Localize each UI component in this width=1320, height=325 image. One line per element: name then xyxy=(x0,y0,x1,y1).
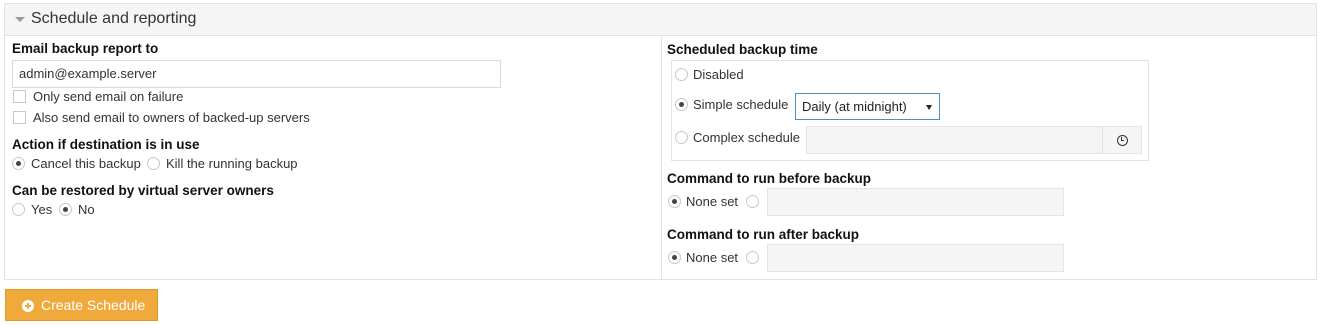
after-command-label: Command to run after backup xyxy=(667,227,860,242)
simple-schedule-select[interactable]: Daily (at midnight) xyxy=(795,93,940,120)
schedule-disabled-label: Disabled xyxy=(693,67,744,82)
only-failure-checkbox[interactable] xyxy=(13,90,26,103)
scheduled-time-label: Scheduled backup time xyxy=(667,42,818,57)
after-none-label: None set xyxy=(686,250,739,265)
simple-schedule-label: Simple schedule xyxy=(693,97,789,112)
email-field[interactable]: admin@example.server xyxy=(12,60,501,88)
before-custom-radio[interactable] xyxy=(746,195,759,208)
kill-backup-label: Kill the running backup xyxy=(166,156,298,171)
restore-owners-label: Can be restored by virtual server owners xyxy=(12,183,274,198)
cancel-backup-label: Cancel this backup xyxy=(31,156,141,171)
before-command-field[interactable] xyxy=(767,188,1064,216)
create-schedule-button[interactable]: Create Schedule xyxy=(5,289,158,321)
before-none-radio[interactable] xyxy=(668,195,681,208)
restore-yes-label: Yes xyxy=(31,202,53,217)
plus-circle-icon xyxy=(22,300,34,312)
kill-backup-radio[interactable] xyxy=(147,157,160,170)
select-arrow-icon xyxy=(926,105,932,110)
complex-schedule-field[interactable] xyxy=(806,126,1142,154)
before-command-label: Command to run before backup xyxy=(667,171,872,186)
cancel-backup-radio[interactable] xyxy=(12,157,25,170)
schedule-disabled-radio[interactable] xyxy=(675,68,688,81)
cron-picker-button[interactable] xyxy=(1102,126,1141,154)
create-schedule-label: Create Schedule xyxy=(41,297,146,313)
email-report-label: Email backup report to xyxy=(12,41,159,56)
after-custom-radio[interactable] xyxy=(746,251,759,264)
complex-schedule-label: Complex schedule xyxy=(693,130,800,145)
before-none-label: None set xyxy=(686,194,739,209)
restore-no-label: No xyxy=(78,202,95,217)
restore-no-radio[interactable] xyxy=(59,203,72,216)
panel-header[interactable]: Schedule and reporting xyxy=(5,4,1316,36)
simple-schedule-radio[interactable] xyxy=(675,98,688,111)
column-divider xyxy=(661,37,662,280)
only-failure-label: Only send email on failure xyxy=(33,89,184,104)
caret-down-icon[interactable] xyxy=(15,17,25,22)
after-command-field[interactable] xyxy=(767,244,1064,272)
panel-title: Schedule and reporting xyxy=(31,10,197,27)
owners-email-label: Also send email to owners of backed-up s… xyxy=(33,110,310,125)
clock-icon xyxy=(1116,134,1128,146)
owners-email-checkbox[interactable] xyxy=(13,111,26,124)
simple-schedule-value: Daily (at midnight) xyxy=(802,99,907,114)
complex-schedule-radio[interactable] xyxy=(675,131,688,144)
destination-in-use-label: Action if destination is in use xyxy=(12,137,200,152)
after-none-radio[interactable] xyxy=(668,251,681,264)
restore-yes-radio[interactable] xyxy=(12,203,25,216)
